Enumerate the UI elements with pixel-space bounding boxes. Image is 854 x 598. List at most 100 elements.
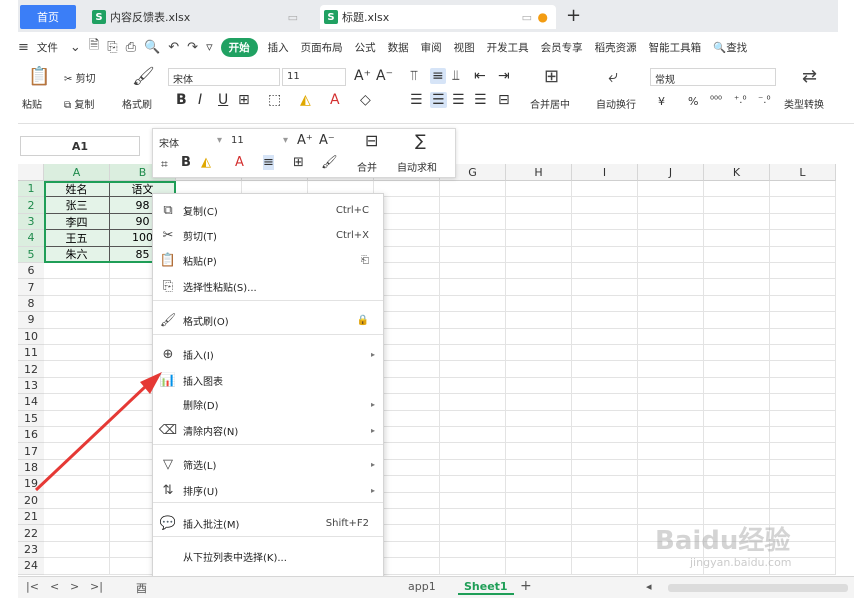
grid-cell[interactable]	[770, 312, 836, 329]
grid-cell[interactable]	[506, 476, 572, 493]
bold-icon[interactable]: B	[176, 92, 187, 108]
context-menu-item[interactable]: ✂ 剪切(T) Ctrl+X	[153, 223, 383, 247]
thousands-icon[interactable]: ⁰⁰⁰	[710, 95, 722, 106]
tab-file-feedback[interactable]: S 内容反馈表.xlsx ▭	[88, 5, 308, 29]
row-header[interactable]: 19	[18, 476, 44, 493]
grid-cell[interactable]	[572, 377, 638, 395]
grid-cell[interactable]	[506, 377, 572, 395]
grid-cell[interactable]	[44, 443, 110, 460]
grid-cell[interactable]	[770, 394, 836, 411]
copy-button[interactable]: ⧉ 复制	[64, 96, 94, 111]
mini-font-size[interactable]: 11	[231, 135, 244, 146]
grid-cell[interactable]	[770, 246, 836, 263]
sheet-tab-truncated[interactable]: 酉	[136, 580, 147, 596]
paste-button[interactable]: 粘贴	[22, 96, 42, 111]
bold-icon[interactable]: B	[181, 155, 191, 170]
number-format-select[interactable]: 常规	[650, 68, 776, 86]
grid-cell[interactable]	[572, 328, 638, 345]
sheet-tab-app1[interactable]: app1	[408, 580, 436, 593]
quick-access-dropdown-icon[interactable]: ▿	[206, 40, 213, 55]
decrease-font-icon[interactable]: A⁻	[319, 133, 335, 148]
grid-cell[interactable]	[572, 263, 638, 280]
grid-cell[interactable]	[638, 394, 704, 411]
redo-icon[interactable]: ↷	[187, 40, 198, 55]
grid-cell[interactable]	[506, 328, 572, 345]
grid-cell[interactable]	[638, 181, 704, 198]
row-header[interactable]: 6	[18, 263, 44, 280]
column-header[interactable]: A	[44, 164, 110, 181]
export-icon[interactable]: ⎘	[107, 40, 117, 55]
grid-cell[interactable]	[638, 345, 704, 362]
menu-docer[interactable]: 稻壳资源	[595, 40, 637, 55]
tab-file-title[interactable]: S 标题.xlsx ▭ ●	[320, 5, 556, 29]
grid-cell[interactable]	[638, 197, 704, 214]
grid-cell[interactable]	[44, 361, 110, 378]
grid-cell[interactable]	[440, 246, 506, 263]
mini-autosum-button[interactable]: 自动求和	[397, 159, 437, 174]
grid-cell[interactable]	[572, 509, 638, 526]
font-color-icon[interactable]: A	[330, 92, 340, 108]
row-header[interactable]: 20	[18, 492, 44, 509]
chevron-down-icon[interactable]: ⌄	[70, 40, 81, 55]
grid-cell[interactable]	[440, 345, 506, 362]
clear-format-icon[interactable]: ◇	[360, 92, 371, 108]
border-icon[interactable]: ⊞	[293, 155, 304, 170]
percent-button[interactable]: %	[688, 95, 698, 108]
grid-cell[interactable]	[770, 181, 836, 198]
grid-cell[interactable]	[770, 213, 836, 231]
grid-cell[interactable]	[638, 476, 704, 493]
grid-cell[interactable]	[44, 279, 110, 296]
border-icon[interactable]: ⊞	[238, 92, 250, 108]
context-menu-item[interactable]: 🖌 格式刷(O) 🔒	[153, 308, 383, 332]
fill-color-icon[interactable]: ◭	[201, 155, 211, 170]
grid-cell[interactable]	[506, 427, 572, 444]
grid-cell[interactable]	[440, 394, 506, 411]
grid-cell[interactable]	[440, 312, 506, 329]
grid-cell[interactable]	[704, 181, 770, 198]
grid-cell[interactable]	[44, 377, 110, 395]
grid-cell[interactable]	[572, 476, 638, 493]
grid-cell[interactable]	[704, 492, 770, 509]
align-center-icon[interactable]: ☰	[430, 92, 447, 108]
grid-cell[interactable]	[506, 312, 572, 329]
grid-cell[interactable]	[506, 525, 572, 542]
grid-cell[interactable]	[440, 361, 506, 378]
grid-cell[interactable]	[638, 213, 704, 231]
grid-cell[interactable]	[638, 459, 704, 477]
font-name-select[interactable]: 宋体	[168, 68, 280, 86]
grid-cell[interactable]	[44, 410, 110, 427]
grid-cell[interactable]	[704, 295, 770, 313]
menu-view[interactable]: 视图	[454, 40, 475, 55]
grid-cell[interactable]	[704, 459, 770, 477]
grid-cell[interactable]	[506, 492, 572, 509]
align-bottom-icon[interactable]: ⫫	[452, 68, 460, 84]
grid-cell[interactable]	[770, 492, 836, 509]
type-convert-button[interactable]: 类型转换	[784, 96, 824, 111]
menu-start[interactable]: 开始	[220, 37, 258, 57]
format-painter-icon[interactable]: 🖌	[321, 155, 338, 170]
increase-decimal-icon[interactable]: ⁺.⁰	[734, 95, 746, 106]
column-header[interactable]: J	[638, 164, 704, 181]
currency-button[interactable]: ¥	[658, 95, 665, 108]
column-header[interactable]: H	[506, 164, 572, 181]
align-top-icon[interactable]: ⫪	[410, 68, 418, 84]
grid-cell[interactable]	[440, 459, 506, 477]
grid-cell[interactable]	[704, 476, 770, 493]
grid-cell[interactable]	[572, 361, 638, 378]
grid-cell[interactable]	[638, 295, 704, 313]
context-menu-item[interactable]: 📋 粘贴(P) ⎗	[153, 248, 383, 272]
row-header[interactable]: 15	[18, 410, 44, 427]
grid-cell[interactable]	[572, 230, 638, 247]
grid-cell[interactable]	[572, 394, 638, 411]
first-sheet-icon[interactable]: |<	[26, 580, 39, 593]
context-menu-item[interactable]: ⎘ 选择性粘贴(S)...	[153, 274, 383, 298]
grid-cell[interactable]	[44, 263, 110, 280]
grid-cell[interactable]	[440, 377, 506, 395]
grid-cell[interactable]	[440, 279, 506, 296]
grid-cell[interactable]	[638, 410, 704, 427]
context-menu-item[interactable]: ⧉ 复制(C) Ctrl+C	[153, 198, 383, 222]
grid-cell[interactable]	[704, 246, 770, 263]
grid-cell[interactable]	[506, 459, 572, 477]
name-box[interactable]: A1	[20, 136, 140, 156]
grid-cell[interactable]	[44, 427, 110, 444]
